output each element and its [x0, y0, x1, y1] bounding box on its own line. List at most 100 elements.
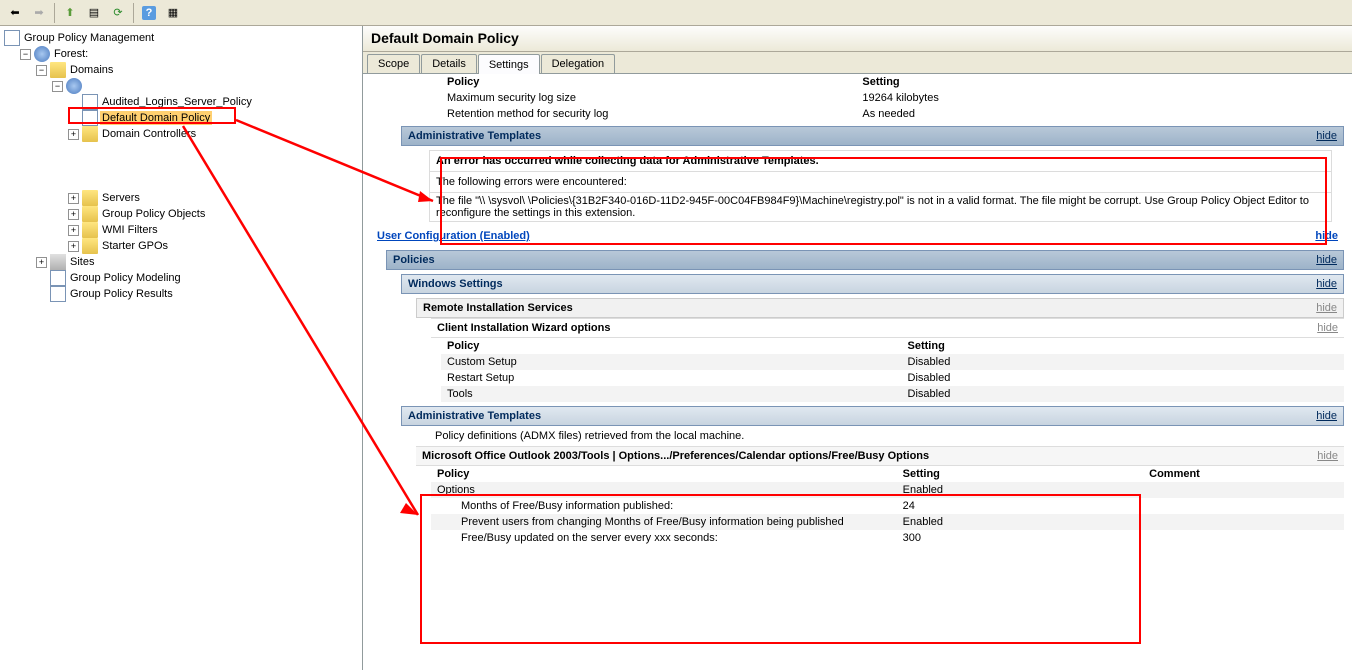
- folder-icon: [82, 222, 98, 238]
- tree-sites[interactable]: Sites: [68, 255, 96, 269]
- hide-link[interactable]: hide: [1316, 130, 1337, 142]
- separator-icon: [133, 3, 134, 23]
- tree-wmi[interactable]: WMI Filters: [100, 223, 160, 237]
- col-setting: Setting: [856, 74, 1344, 90]
- admx-note: Policy definitions (ADMX files) retrieve…: [429, 426, 1344, 446]
- collapse-icon[interactable]: −: [52, 81, 63, 92]
- folder-up-icon: ⬆: [65, 6, 74, 19]
- collapse-icon[interactable]: −: [20, 49, 31, 60]
- expand-icon[interactable]: +: [68, 129, 79, 140]
- tree-root[interactable]: Group Policy Management: [22, 31, 156, 45]
- results-icon: [50, 286, 66, 302]
- gpo-link-icon: [82, 110, 98, 126]
- sub-policy-cell: Prevent users from changing Months of Fr…: [431, 514, 897, 530]
- setting-cell: Enabled: [897, 514, 1144, 530]
- folder-icon: [82, 190, 98, 206]
- help-button[interactable]: ?: [138, 2, 160, 24]
- back-button[interactable]: ⬅: [4, 2, 26, 24]
- refresh-icon: ⟳: [113, 6, 122, 19]
- gpo-link-icon: [82, 94, 98, 110]
- folder-icon: [82, 206, 98, 222]
- tree-servers[interactable]: Servers: [100, 191, 142, 205]
- props-button[interactable]: ▦: [162, 2, 184, 24]
- admin-templates2-header[interactable]: Administrative Templates: [408, 410, 541, 422]
- arrow-right-icon: ➡: [34, 6, 43, 19]
- tab-scope[interactable]: Scope: [367, 54, 420, 73]
- separator-icon: [54, 3, 55, 23]
- columns-icon: ▤: [89, 6, 99, 19]
- setting-cell: 24: [897, 498, 1144, 514]
- tree-domains[interactable]: Domains: [68, 63, 115, 77]
- tree-forest[interactable]: Forest:: [52, 47, 90, 61]
- folder-icon: [82, 238, 98, 254]
- policy-cell: Restart Setup: [441, 370, 902, 386]
- content-scroll[interactable]: PolicySetting Maximum security log size1…: [363, 74, 1352, 670]
- error-title: An error has occurred while collecting d…: [430, 151, 1331, 171]
- tree-domain-controllers[interactable]: Domain Controllers: [100, 127, 198, 141]
- error-subtitle: The following errors were encountered:: [430, 171, 1331, 192]
- toolbar: ⬅ ➡ ⬆ ▤ ⟳ ? ▦: [0, 0, 1352, 26]
- policy-cell: Custom Setup: [441, 354, 902, 370]
- user-config-header[interactable]: User Configuration (Enabled): [377, 230, 530, 242]
- expand-icon[interactable]: +: [68, 193, 79, 204]
- tab-details[interactable]: Details: [421, 54, 477, 73]
- tab-settings[interactable]: Settings: [478, 54, 540, 74]
- detail-pane: Default Domain Policy Scope Details Sett…: [363, 26, 1352, 670]
- tree-gpo[interactable]: Group Policy Objects: [100, 207, 207, 221]
- tree-starter[interactable]: Starter GPOs: [100, 239, 170, 253]
- col-comment: Comment: [1143, 466, 1344, 482]
- arrow-left-icon: ⬅: [10, 6, 19, 19]
- setting-cell: Disabled: [902, 386, 1344, 402]
- setting-cell: 19264 kilobytes: [856, 90, 1344, 106]
- modeling-icon: [50, 270, 66, 286]
- tab-strip: Scope Details Settings Delegation: [363, 52, 1352, 74]
- col-policy: Policy: [431, 466, 897, 482]
- policies-header[interactable]: Policies: [393, 254, 435, 266]
- hide-link[interactable]: hide: [1315, 230, 1338, 242]
- ciw-header[interactable]: Client Installation Wizard options: [437, 322, 610, 334]
- forest-icon: [34, 46, 50, 62]
- forward-button[interactable]: ➡: [28, 2, 50, 24]
- view-button[interactable]: ▤: [83, 2, 105, 24]
- col-policy: Policy: [441, 74, 856, 90]
- hide-link[interactable]: hide: [1317, 322, 1338, 334]
- ris-header[interactable]: Remote Installation Services: [423, 302, 573, 314]
- collapse-icon[interactable]: −: [36, 65, 47, 76]
- expand-icon[interactable]: +: [68, 225, 79, 236]
- folder-icon: [82, 126, 98, 142]
- setting-cell: 300: [897, 530, 1144, 546]
- tree-default-domain[interactable]: Default Domain Policy: [100, 111, 212, 125]
- hide-link[interactable]: hide: [1316, 254, 1337, 266]
- policy-cell: Maximum security log size: [441, 90, 856, 106]
- tree-modeling[interactable]: Group Policy Modeling: [68, 271, 183, 285]
- page-title: Default Domain Policy: [363, 26, 1352, 52]
- comment-cell: [1143, 482, 1344, 498]
- tree-audited[interactable]: Audited_Logins_Server_Policy: [100, 95, 254, 109]
- hide-link[interactable]: hide: [1316, 410, 1337, 422]
- tree-results[interactable]: Group Policy Results: [68, 287, 175, 301]
- tree-domain[interactable]: [84, 85, 88, 87]
- setting-cell: Enabled: [897, 482, 1144, 498]
- sub-policy-cell: Months of Free/Busy information publishe…: [431, 498, 897, 514]
- tree-view[interactable]: Group Policy Management −Forest: −Domain…: [0, 26, 363, 670]
- setting-cell: Disabled: [902, 370, 1344, 386]
- windows-settings-header[interactable]: Windows Settings: [408, 278, 503, 290]
- expand-icon[interactable]: +: [36, 257, 47, 268]
- setting-cell: As needed: [856, 106, 1344, 122]
- expand-icon[interactable]: +: [68, 241, 79, 252]
- up-button[interactable]: ⬆: [59, 2, 81, 24]
- tab-delegation[interactable]: Delegation: [541, 54, 616, 73]
- refresh-button[interactable]: ⟳: [107, 2, 129, 24]
- setting-cell: Disabled: [902, 354, 1344, 370]
- policy-cell: Options: [431, 482, 897, 498]
- error-message: The file "\\ \sysvol\ \Policies\{31B2F34…: [430, 192, 1331, 221]
- admin-templates-header[interactable]: Administrative Templates: [408, 130, 541, 142]
- hide-link[interactable]: hide: [1316, 302, 1337, 314]
- expand-icon[interactable]: +: [68, 209, 79, 220]
- sub-policy-cell: Free/Busy updated on the server every xx…: [431, 530, 897, 546]
- gpm-icon: [4, 30, 20, 46]
- col-policy: Policy: [441, 338, 902, 354]
- hide-link[interactable]: hide: [1317, 450, 1338, 462]
- hide-link[interactable]: hide: [1316, 278, 1337, 290]
- outlook-header[interactable]: Microsoft Office Outlook 2003/Tools | Op…: [422, 450, 929, 462]
